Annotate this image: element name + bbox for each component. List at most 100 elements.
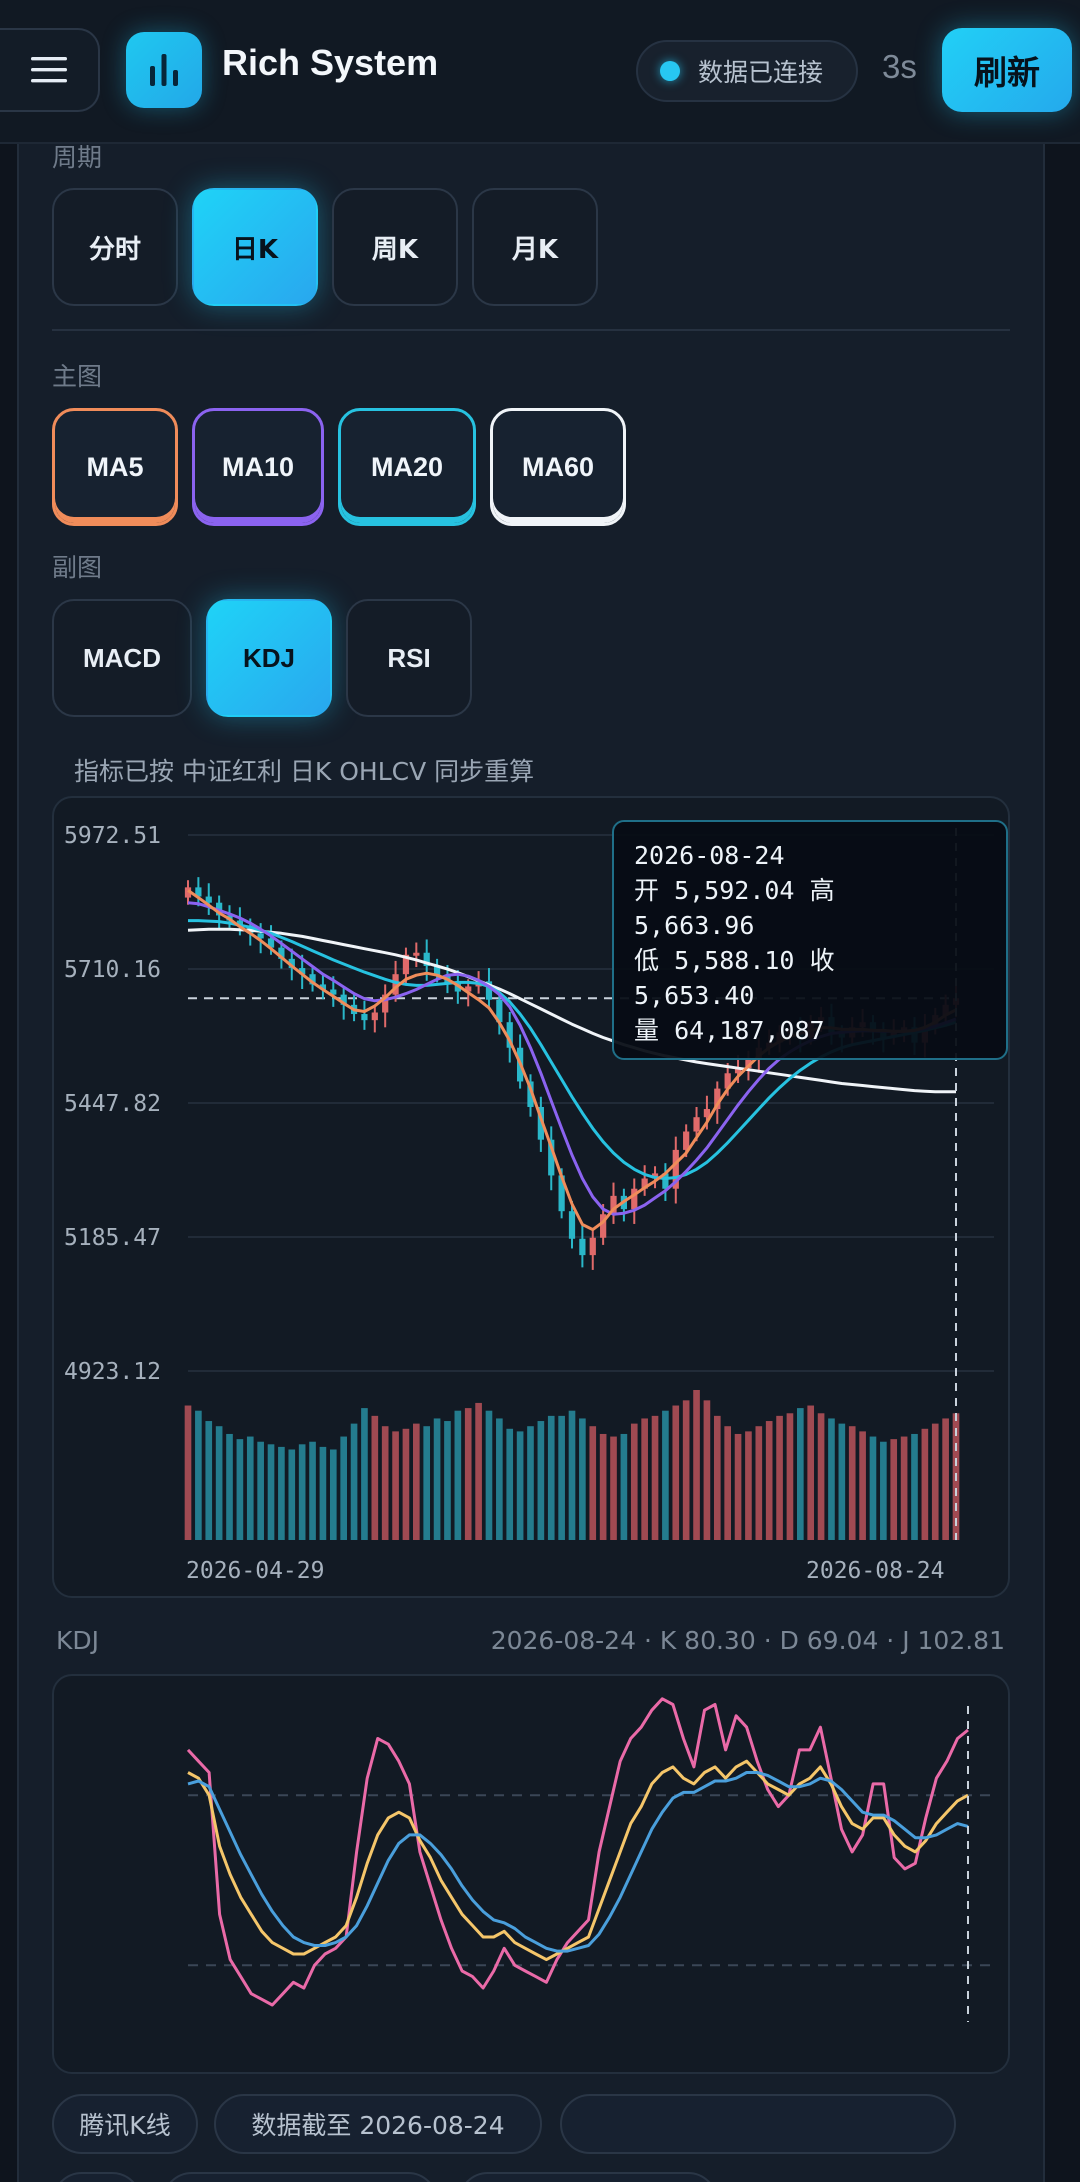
volume-bar xyxy=(828,1418,835,1540)
volume-bar xyxy=(215,1426,223,1540)
tooltip-high: 5,663.96 xyxy=(634,911,755,940)
volume-bar xyxy=(900,1436,908,1540)
sub-chart-label: 副图 xyxy=(52,553,103,582)
kdj-chart[interactable] xyxy=(52,1674,1010,2074)
tooltip-close: 5,653.40 xyxy=(634,981,755,1010)
period-intraday-button[interactable]: 分时 xyxy=(52,188,178,306)
ma20-toggle[interactable]: MA20 xyxy=(338,408,476,526)
volume-bar xyxy=(734,1433,742,1540)
hamburger-icon xyxy=(31,57,67,83)
volume-bar xyxy=(537,1421,545,1540)
connection-status: 数据已连接 xyxy=(636,40,858,102)
info-badge xyxy=(560,2094,956,2154)
kdj-d-line xyxy=(187,1771,969,1953)
volume-bar xyxy=(423,1426,431,1540)
volume-bar xyxy=(361,1408,368,1540)
volume-bar xyxy=(226,1433,233,1540)
y-tick-label: 5710.16 xyxy=(64,957,161,983)
volume-bar xyxy=(599,1433,607,1540)
source-badge: 腾讯K线 xyxy=(52,2094,198,2154)
volume-bar xyxy=(184,1405,192,1540)
refresh-button[interactable]: 刷新 xyxy=(942,28,1072,112)
period-daily-button[interactable]: 日K xyxy=(192,188,318,306)
volume-bar xyxy=(838,1423,846,1540)
ma10-toggle[interactable]: MA10 xyxy=(192,408,324,526)
refresh-countdown: 3s xyxy=(882,48,917,85)
volume-bar xyxy=(413,1423,420,1540)
volume-bar xyxy=(817,1413,825,1540)
main-chart-label: 主图 xyxy=(52,362,103,391)
volume-bar xyxy=(703,1400,711,1540)
volume-bar xyxy=(745,1431,752,1540)
volume-bar xyxy=(516,1431,524,1540)
tooltip-volume-label: 量 xyxy=(634,1016,660,1045)
connection-status-text: 数据已连接 xyxy=(698,58,824,87)
volume-bar xyxy=(195,1410,202,1540)
volume-bar xyxy=(298,1444,306,1540)
volume-bar xyxy=(859,1431,866,1540)
volume-bar xyxy=(444,1421,451,1540)
tooltip-close-label: 收 xyxy=(809,946,835,975)
volume-bar xyxy=(807,1405,815,1540)
kdj-button[interactable]: KDJ xyxy=(206,599,332,717)
ma60-toggle[interactable]: MA60 xyxy=(490,408,626,526)
volume-bar xyxy=(786,1413,794,1540)
volume-bar xyxy=(630,1423,638,1540)
tooltip-open: 5,592.04 xyxy=(674,876,795,905)
ma5-toggle[interactable]: MA5 xyxy=(52,408,178,526)
volume-bar xyxy=(620,1433,628,1540)
volume-bar xyxy=(869,1436,877,1540)
app-header: Rich System 数据已连接 3s 刷新 xyxy=(0,0,1080,144)
x-tick-label: 2026-08-24 xyxy=(806,1558,944,1584)
volume-bar xyxy=(392,1431,399,1540)
rsi-button[interactable]: RSI xyxy=(346,599,472,717)
data-date-badge: 数据截至 2026-08-24 xyxy=(214,2094,542,2154)
candle-body xyxy=(579,1238,586,1256)
tooltip-low: 5,588.10 xyxy=(674,946,795,975)
y-tick-label: 5447.82 xyxy=(64,1091,161,1117)
y-tick-label: 5972.51 xyxy=(64,823,161,849)
volume-bar xyxy=(890,1439,898,1540)
period-monthly-button[interactable]: 月K xyxy=(472,188,598,306)
candle-body xyxy=(568,1211,576,1239)
x-tick-label: 2026-04-29 xyxy=(186,1558,324,1584)
tooltip-volume: 64,187,087 xyxy=(674,1016,825,1045)
volume-bar xyxy=(257,1441,264,1540)
section-divider xyxy=(52,329,1010,331)
volume-bar xyxy=(755,1426,763,1540)
y-tick-label: 5185.47 xyxy=(64,1225,161,1251)
volume-bar xyxy=(911,1433,918,1540)
volume-bar xyxy=(931,1423,939,1540)
volume-bar xyxy=(848,1426,856,1540)
period-weekly-button[interactable]: 周K xyxy=(332,188,458,306)
volume-bar xyxy=(433,1418,441,1540)
volume-bar xyxy=(267,1444,275,1540)
kdj-values: 2026-08-24 · K 80.30 · D 69.04 · J 102.8… xyxy=(490,1626,1005,1655)
volume-bar xyxy=(682,1400,690,1540)
volume-bar xyxy=(713,1415,721,1540)
volume-bar xyxy=(880,1441,887,1540)
tooltip-low-label: 低 xyxy=(634,946,660,975)
candle-body xyxy=(413,952,420,956)
volume-bar xyxy=(797,1408,804,1540)
volume-bar xyxy=(942,1418,949,1540)
ohlc-tooltip: 2026-08-24 开 5,592.04 高 5,663.96 低 5,588… xyxy=(612,820,1008,1060)
volume-bar xyxy=(662,1410,669,1540)
bar-chart-icon xyxy=(150,54,178,86)
volume-bar xyxy=(558,1415,565,1540)
volume-bar xyxy=(381,1426,389,1540)
macd-button[interactable]: MACD xyxy=(52,599,192,717)
volume-bar xyxy=(340,1436,347,1540)
volume-bar xyxy=(475,1402,482,1540)
volume-bar xyxy=(527,1426,534,1540)
tooltip-high-label: 高 xyxy=(809,876,835,905)
volume-bar xyxy=(402,1428,410,1540)
menu-button[interactable] xyxy=(0,28,100,112)
volume-bar xyxy=(693,1390,700,1540)
volume-bar xyxy=(205,1421,213,1540)
volume-bar xyxy=(246,1436,254,1540)
volume-bar xyxy=(921,1428,929,1540)
volume-bar xyxy=(309,1441,316,1540)
volume-bar xyxy=(547,1415,555,1540)
volume-bar xyxy=(765,1421,773,1540)
